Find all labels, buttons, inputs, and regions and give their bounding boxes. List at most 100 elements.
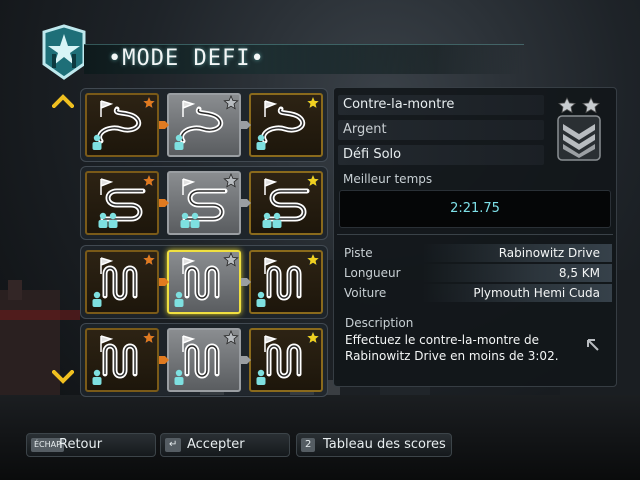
bronze-star-icon [141, 95, 157, 110]
track-path [102, 343, 138, 379]
challenge-tile-silver[interactable] [167, 93, 241, 157]
tier-connector-icon [159, 278, 169, 286]
drift-track-icon [180, 173, 239, 228]
bronze-star-icon [141, 330, 157, 345]
track-path-inner [104, 267, 136, 299]
challenge-tile-silver[interactable] [167, 328, 241, 392]
player-icon [174, 291, 184, 307]
track-path [184, 343, 220, 379]
track-path-inner [186, 345, 218, 377]
track-path-inner [186, 267, 218, 299]
player-icon [190, 212, 200, 228]
player-icon [272, 212, 282, 228]
track-path [184, 265, 220, 301]
page-title: •MODE DEFI• [108, 46, 265, 71]
challenge-row [80, 88, 328, 162]
tier-connector-icon [159, 356, 169, 364]
cursor-arrow-icon [587, 339, 599, 351]
circuit-track-icon [256, 330, 321, 385]
tier-connector-icon [241, 278, 251, 286]
tier-connector-icon [241, 199, 251, 207]
gold-star-icon [305, 95, 321, 110]
challenge-tile-silver-selected[interactable] [167, 250, 241, 314]
circuit-track-icon [174, 252, 239, 307]
track-path-inner [268, 267, 300, 299]
stat-key: Longueur [344, 266, 401, 280]
chevron-down-icon[interactable] [52, 370, 74, 384]
stat-row-length: Longueur 8,5 KM [338, 264, 612, 282]
best-time-label: Meilleur temps [343, 172, 433, 186]
challenge-tile-gold[interactable] [249, 93, 323, 157]
player-icon [262, 212, 272, 228]
key-2-icon: 2 [301, 438, 316, 452]
best-time-value: 2:21.75 [450, 201, 500, 216]
description-text: Effectuez le contre-la-montre de Rabinow… [345, 333, 559, 363]
enter-key-icon: ↵ [165, 438, 182, 452]
gold-star-icon [305, 330, 321, 345]
divider [337, 234, 613, 235]
silver-rank-chevron-icon [557, 97, 601, 161]
silver-star-icon [223, 95, 239, 110]
start-flag-icon [100, 100, 114, 117]
chevron-up-icon[interactable] [52, 94, 74, 108]
circuit-track-icon [92, 252, 157, 307]
stat-value: Plymouth Hemi Cuda [473, 286, 600, 300]
challenge-tile-gold[interactable] [249, 171, 323, 235]
challenge-tile-bronze[interactable] [85, 328, 159, 392]
description-label: Description [345, 316, 414, 330]
sprint-track-icon [92, 95, 157, 150]
challenge-tile-gold[interactable] [249, 328, 323, 392]
track-path [266, 343, 302, 379]
challenge-row [80, 166, 328, 240]
silver-star-icon [223, 252, 239, 267]
stat-value: Rabinowitz Drive [498, 246, 600, 260]
track-path [261, 106, 306, 144]
player-icon [256, 369, 266, 385]
back-label: Retour [59, 437, 103, 452]
tier-connector-icon [159, 199, 169, 207]
leaderboard-button[interactable]: 2 Tableau des scores [296, 433, 452, 457]
gold-star-icon [305, 173, 321, 188]
player-icon [92, 369, 102, 385]
stat-row-car: Voiture Plymouth Hemi Cuda [338, 284, 612, 302]
challenge-tile-bronze[interactable] [85, 171, 159, 235]
gold-star-icon [305, 252, 321, 267]
leaderboard-label: Tableau des scores [323, 437, 446, 452]
tier-connector-icon [241, 121, 251, 129]
start-flag-icon [182, 100, 196, 117]
challenge-tile-silver[interactable] [167, 171, 241, 235]
nfs-emblem-icon [42, 24, 86, 80]
accept-button[interactable]: ↵ Accepter [160, 433, 290, 457]
player-icon [92, 291, 102, 307]
player-icon [108, 212, 118, 228]
challenge-tile-bronze[interactable] [85, 250, 159, 314]
drift-track-icon [262, 173, 321, 228]
challenge-tile-gold[interactable] [249, 250, 323, 314]
track-path [266, 265, 302, 301]
challenge-tile-bronze[interactable] [85, 93, 159, 157]
track-path [97, 106, 142, 144]
player-icon [256, 291, 266, 307]
player-icon [98, 212, 108, 228]
type-field: Défi Solo [338, 145, 544, 165]
sprint-track-icon [174, 95, 239, 150]
track-path [179, 106, 224, 144]
drift-track-icon [98, 173, 157, 228]
back-button[interactable]: ÉCHAP Retour [26, 433, 156, 457]
silver-star-icon [223, 173, 239, 188]
mode-field: Contre-la-montre [338, 95, 544, 115]
track-path-inner [104, 345, 136, 377]
challenge-row [80, 323, 328, 397]
silver-star-icon [223, 330, 239, 345]
tier-connector-icon [241, 356, 251, 364]
start-flag-icon [264, 100, 278, 117]
player-icon [174, 369, 184, 385]
tier-connector-icon [159, 121, 169, 129]
sprint-track-icon [256, 95, 321, 150]
track-path [102, 265, 138, 301]
stat-key: Piste [344, 246, 373, 260]
circuit-track-icon [174, 330, 239, 385]
stat-row-track: Piste Rabinowitz Drive [338, 244, 612, 262]
accept-label: Accepter [187, 437, 245, 452]
stat-value: 8,5 KM [558, 266, 600, 280]
